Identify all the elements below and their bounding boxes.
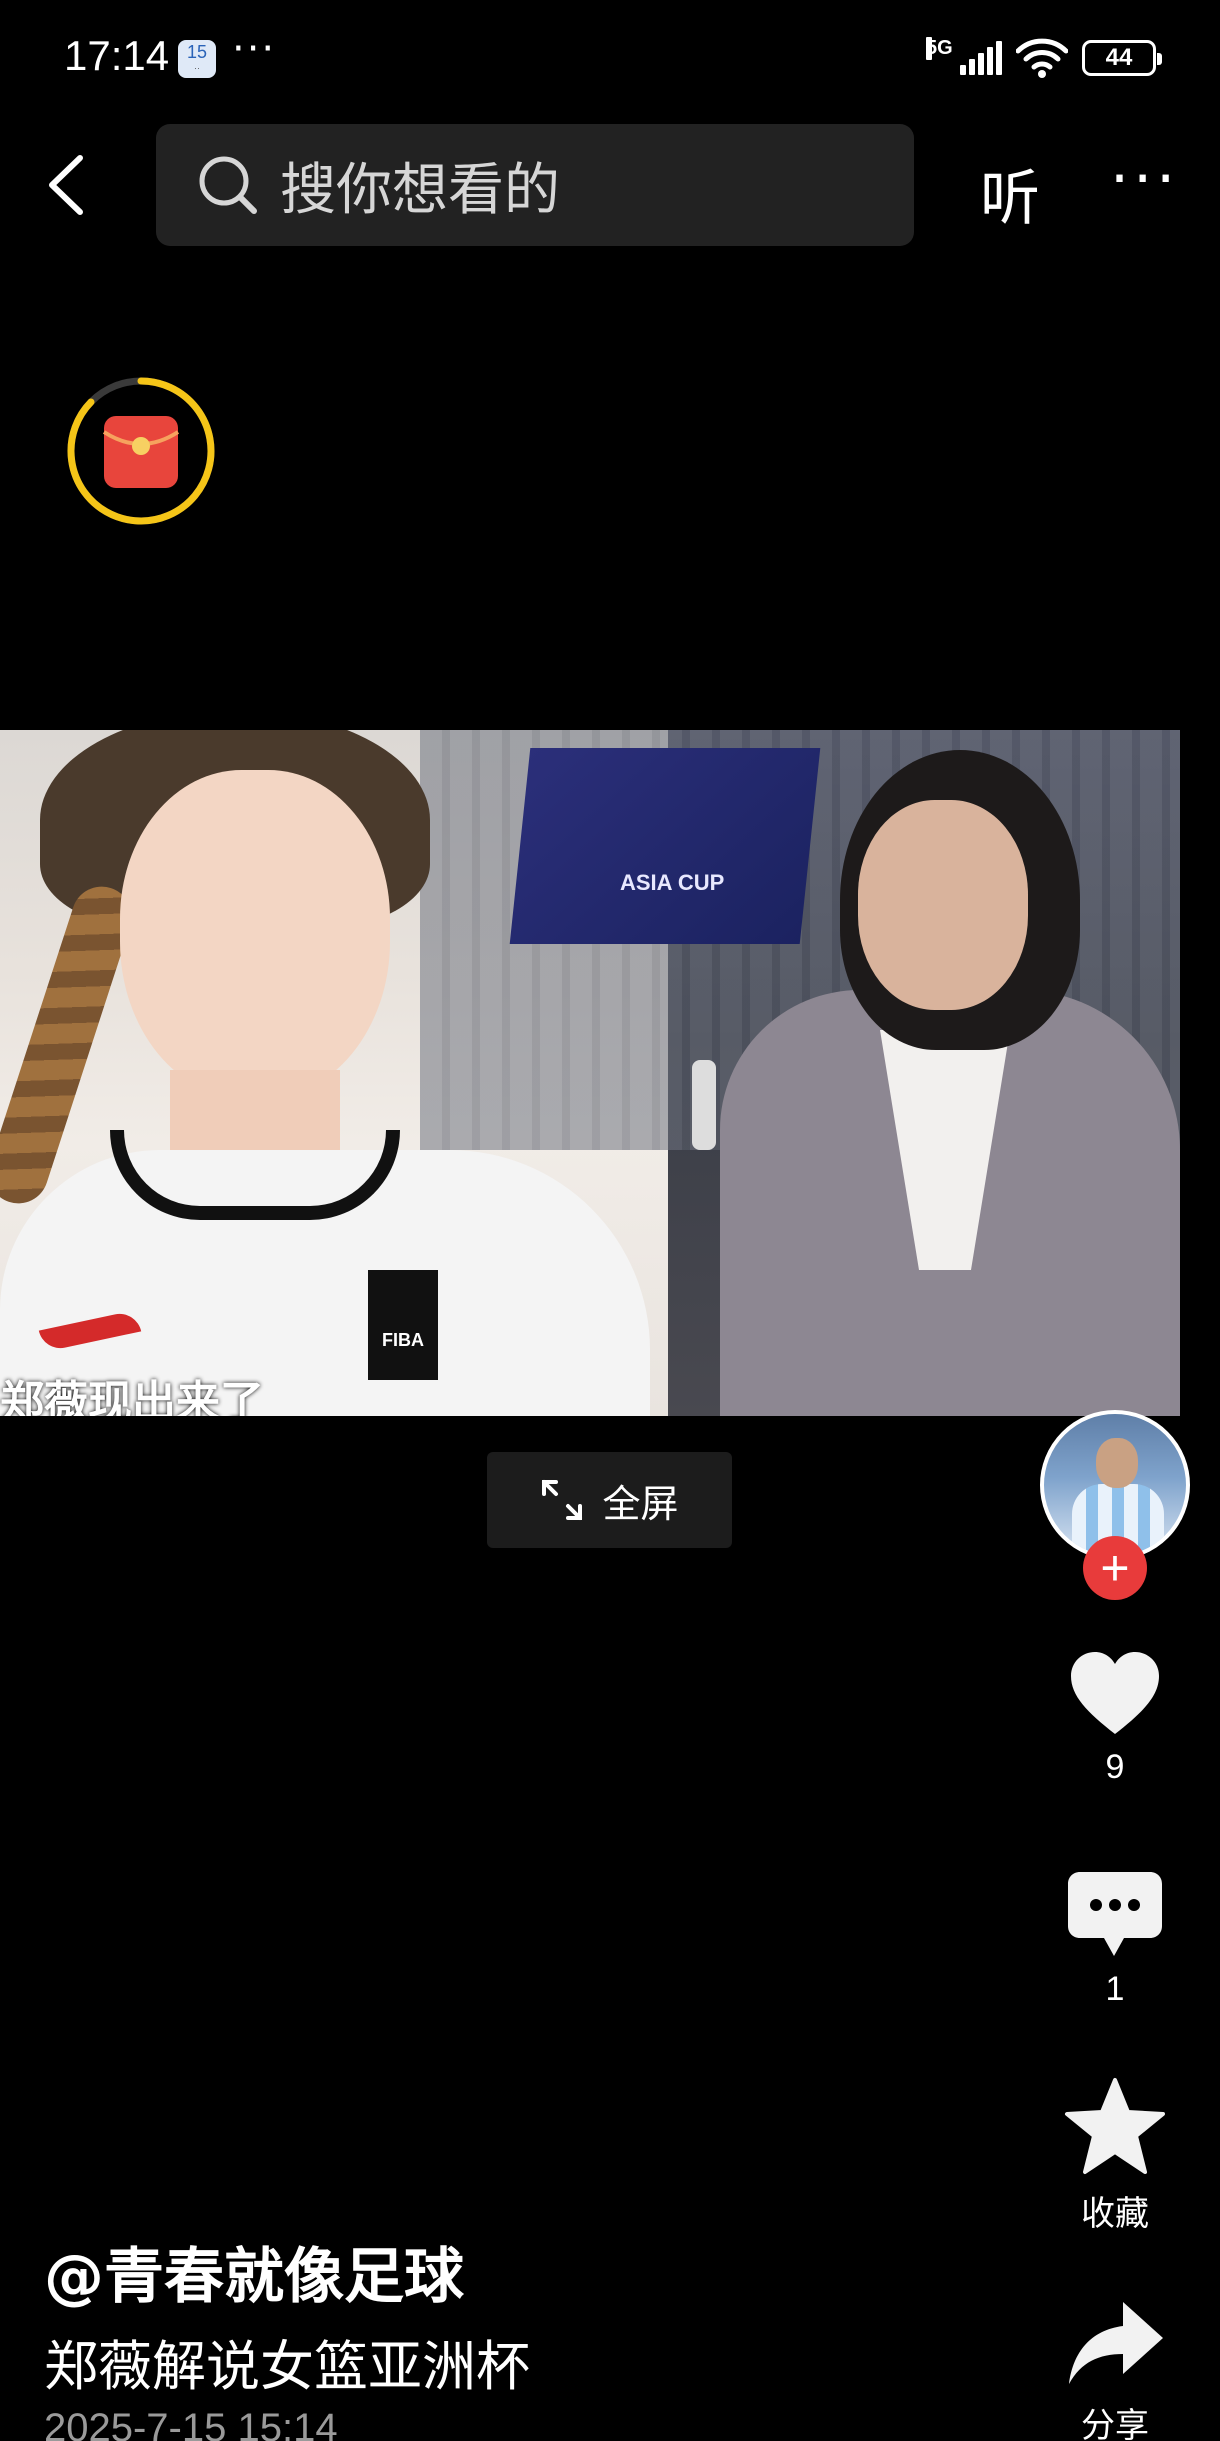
author-name[interactable]: @青春就像足球 <box>44 2228 464 2315</box>
court-figure <box>692 1060 716 1150</box>
more-options-button[interactable]: ··· <box>1110 144 1179 214</box>
status-bar: 17:14 15 ·· ··· 5G 44 <box>0 0 1220 120</box>
cellular-signal-icon: 5G <box>926 37 1002 75</box>
like-action[interactable]: 9 <box>1055 1650 1175 1787</box>
banner-text: ASIA CUP <box>620 870 725 895</box>
listen-button[interactable]: 听 <box>980 150 1040 237</box>
battery-level: 44 <box>1105 44 1133 71</box>
video-subtitle: 郑薇现出来了 <box>0 1377 264 1416</box>
network-type: 5G <box>926 37 953 60</box>
video-player[interactable]: ASIA CUP FIBA 郑薇现出来了 <box>0 730 1180 1416</box>
follow-button[interactable]: + <box>1083 1536 1147 1600</box>
player-face <box>120 770 390 1100</box>
post-date: 2025-7-15 15:14 <box>44 2406 338 2441</box>
comment-icon <box>1068 1872 1162 1956</box>
status-indicators: 5G 44 <box>926 37 1162 78</box>
fiba-logo: FIBA <box>368 1270 438 1380</box>
notification-more-icon: ··· <box>232 26 277 72</box>
comment-count: 1 <box>1105 1970 1125 2008</box>
back-button[interactable] <box>40 152 96 218</box>
share-icon <box>1069 2302 1163 2384</box>
favorite-label: 收藏 <box>1081 2194 1149 2234</box>
red-packet-icon[interactable] <box>64 374 218 528</box>
comment-action[interactable]: 1 <box>1055 1870 1175 2009</box>
commentator-face <box>858 800 1028 1010</box>
wifi-icon <box>1016 38 1068 78</box>
search-placeholder: 搜你想看的 <box>280 157 560 223</box>
search-icon <box>199 156 257 214</box>
fullscreen-button[interactable]: 全屏 <box>487 1452 732 1548</box>
star-icon <box>1065 2078 1165 2174</box>
calendar-icon: 15 ·· <box>178 40 216 78</box>
share-label: 分享 <box>1081 2406 1149 2441</box>
like-count: 9 <box>1105 1748 1125 1786</box>
heart-icon <box>1071 1652 1159 1734</box>
post-description: 郑薇解说女篮亚洲杯 <box>44 2335 530 2398</box>
asia-cup-banner <box>509 748 821 944</box>
expand-icon <box>542 1480 583 1520</box>
search-input[interactable]: 搜你想看的 <box>156 124 914 246</box>
status-time: 17:14 <box>64 32 170 79</box>
avatar-head <box>1096 1438 1138 1488</box>
top-nav: 搜你想看的 听 ··· <box>0 124 1220 246</box>
jersey-collar <box>110 1130 400 1220</box>
fullscreen-label: 全屏 <box>602 1481 679 1526</box>
share-action[interactable]: 分享 <box>1055 2298 1175 2441</box>
favorite-action[interactable]: 收藏 <box>1055 2076 1175 2235</box>
battery-icon: 44 <box>1082 40 1162 76</box>
